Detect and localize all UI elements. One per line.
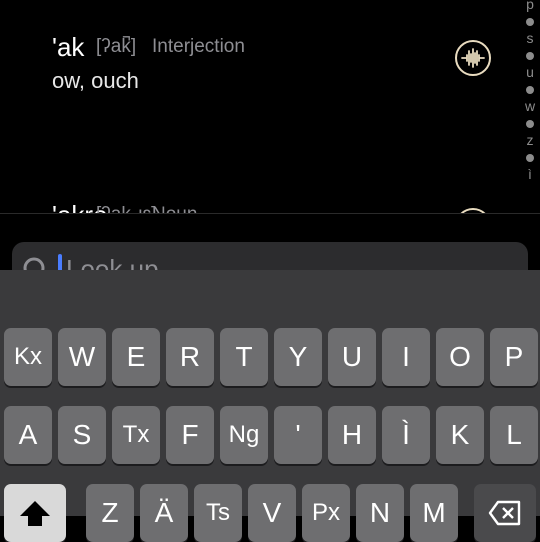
waveform-icon: [461, 48, 485, 68]
entry-headword: 'ak: [52, 32, 85, 62]
index-letter[interactable]: p: [520, 0, 540, 12]
key[interactable]: N: [356, 484, 404, 542]
entry-phonetic: [ʔak̚]: [96, 36, 137, 57]
key[interactable]: E: [112, 328, 160, 386]
index-letter[interactable]: ì: [520, 166, 540, 182]
key[interactable]: T: [220, 328, 268, 386]
key[interactable]: M: [410, 484, 458, 542]
key[interactable]: Z: [86, 484, 134, 542]
key[interactable]: F: [166, 406, 214, 464]
shift-icon: [20, 501, 50, 526]
key[interactable]: I: [382, 328, 430, 386]
index-dot[interactable]: [526, 120, 534, 128]
key[interactable]: Ng: [220, 406, 268, 464]
key[interactable]: Ts: [194, 484, 242, 542]
key[interactable]: H: [328, 406, 376, 464]
list-item[interactable]: 'ak [ʔak̚] Interjection ow, ouch: [0, 30, 510, 180]
key[interactable]: V: [248, 484, 296, 542]
index-letter[interactable]: s: [520, 30, 540, 46]
index-dot[interactable]: [526, 52, 534, 60]
key[interactable]: O: [436, 328, 484, 386]
search-area: Look up: [0, 214, 540, 302]
key[interactable]: Tx: [112, 406, 160, 464]
index-dot[interactable]: [526, 154, 534, 162]
index-letter[interactable]: w: [520, 98, 540, 114]
key[interactable]: Y: [274, 328, 322, 386]
entry-gloss: ow, ouch: [52, 68, 139, 93]
key[interactable]: Ä: [140, 484, 188, 542]
play-audio-button[interactable]: [455, 40, 491, 76]
index-letter[interactable]: u: [520, 64, 540, 80]
shift-key[interactable]: [4, 484, 66, 542]
key[interactable]: L: [490, 406, 538, 464]
index-dot[interactable]: [526, 18, 534, 26]
alphabet-index[interactable]: p s u w z ì: [520, 0, 540, 200]
key[interactable]: Kx: [4, 328, 52, 386]
index-dot[interactable]: [526, 86, 534, 94]
key[interactable]: S: [58, 406, 106, 464]
key[interactable]: R: [166, 328, 214, 386]
key[interactable]: W: [58, 328, 106, 386]
backspace-key[interactable]: [474, 484, 536, 542]
key[interactable]: K: [436, 406, 484, 464]
key[interactable]: A: [4, 406, 52, 464]
index-letter[interactable]: z: [520, 132, 540, 148]
key[interactable]: Px: [302, 484, 350, 542]
entry-part-of-speech: Interjection: [152, 36, 245, 57]
key[interactable]: ': [274, 406, 322, 464]
key[interactable]: P: [490, 328, 538, 386]
backspace-icon: [488, 500, 521, 526]
key[interactable]: U: [328, 328, 376, 386]
key[interactable]: Ì: [382, 406, 430, 464]
keyboard: Kx W E R T Y U I O P A S Tx F Ng ' H Ì K…: [0, 270, 540, 542]
